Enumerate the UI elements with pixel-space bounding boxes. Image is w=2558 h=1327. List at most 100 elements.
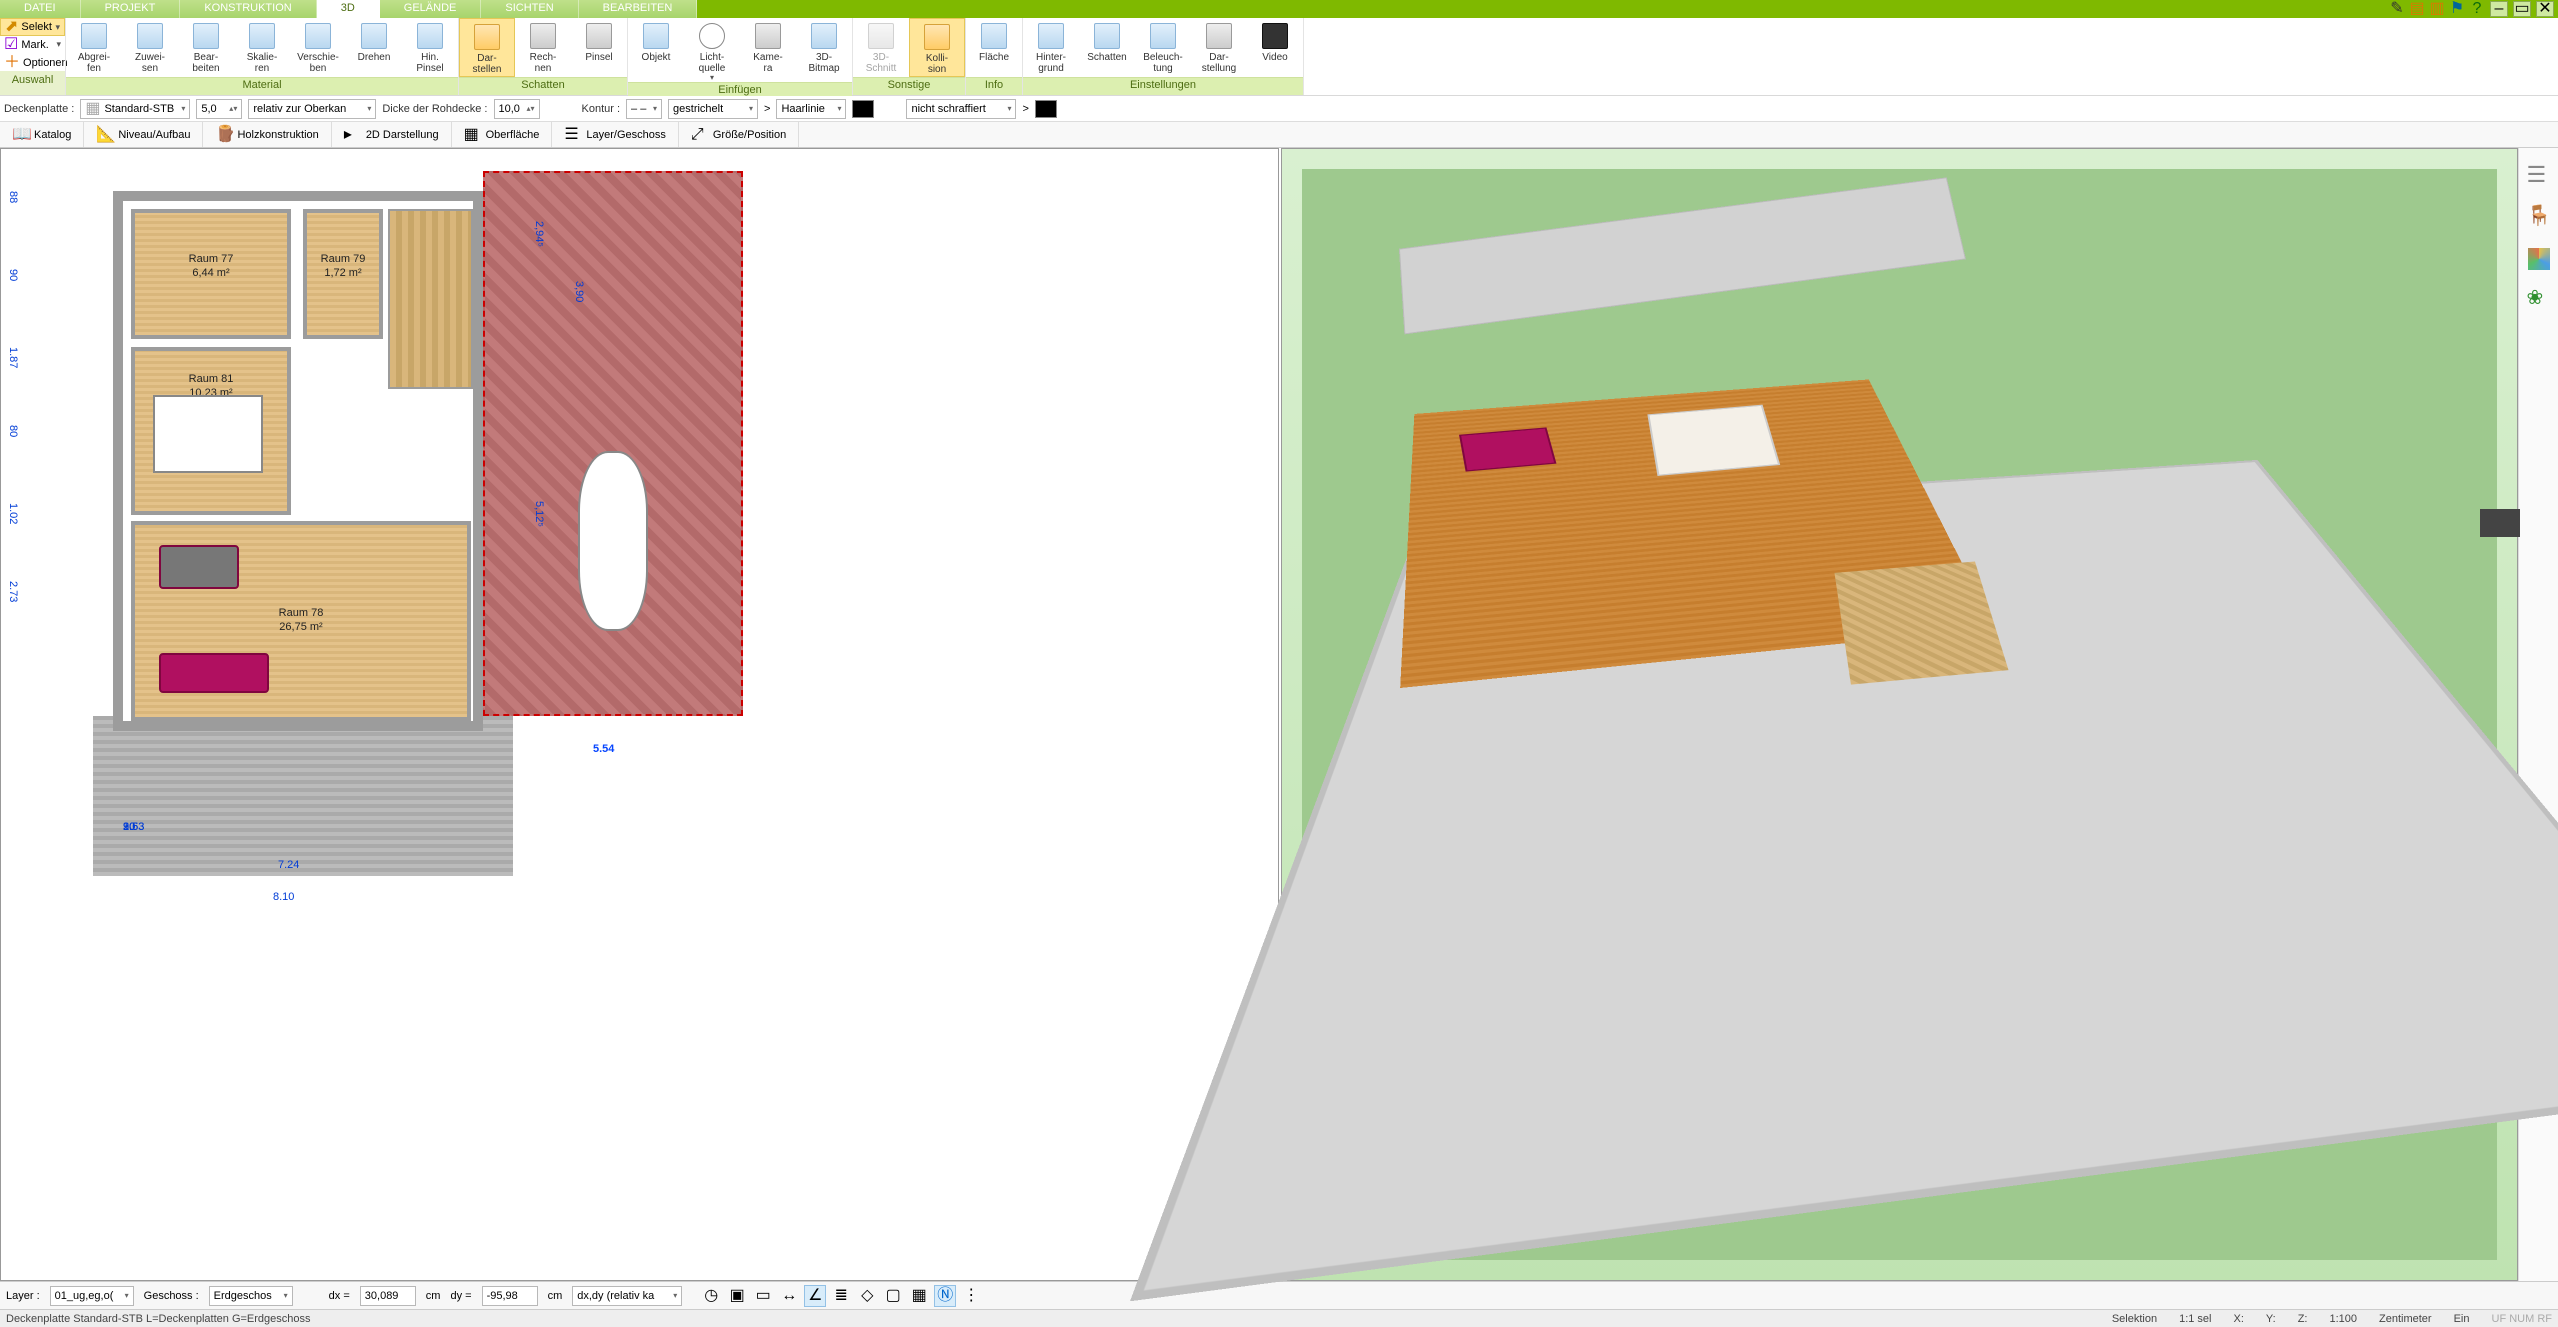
menu-tab-gelände[interactable]: GELÄNDE <box>380 0 482 18</box>
ribbon-btn-pinsel[interactable]: Pinsel <box>571 18 627 77</box>
view-3d[interactable] <box>1281 148 2518 1281</box>
box2-icon[interactable]: ▥ <box>2429 1 2445 17</box>
status-selektion-l: Selektion <box>2112 1313 2157 1325</box>
snap-north-icon[interactable]: Ⓝ <box>934 1285 956 1307</box>
window-close[interactable]: ✕ <box>2536 1 2554 17</box>
wand-icon[interactable]: ✎ <box>2389 1 2405 17</box>
hatch-color-swatch[interactable] <box>1035 100 1057 118</box>
palette-icon[interactable] <box>2528 248 2550 270</box>
menu-tab-sichten[interactable]: SICHTEN <box>481 0 578 18</box>
window-minimize[interactable]: – <box>2490 1 2508 17</box>
dx-unit: cm <box>426 1290 441 1302</box>
ribbon-btn-dar-stellung[interactable]: Dar- stellung <box>1191 18 1247 77</box>
kontur-label: Kontur : <box>582 103 621 115</box>
gt1: > <box>764 103 770 115</box>
dim-drive-2: 3,90 <box>573 281 585 302</box>
ribbon-btn-dar-stellen[interactable]: Dar- stellen <box>459 18 515 77</box>
side-panel-handle[interactable] <box>2480 509 2520 537</box>
snap-grid-icon[interactable]: ▦ <box>908 1285 930 1307</box>
dx-input[interactable]: 30,089 <box>360 1286 416 1306</box>
snap-square-icon[interactable]: ▢ <box>882 1285 904 1307</box>
coord-mode-combo[interactable]: dx,dy (relativ ka▾ <box>572 1286 682 1306</box>
dy-input[interactable]: -95,98 <box>482 1286 538 1306</box>
ribbon-btn-bear-beiten[interactable]: Bear- beiten <box>178 18 234 77</box>
ribbon-btn-objekt[interactable]: Objekt <box>628 18 684 82</box>
panel-tab-holz[interactable]: 🪵Holzkonstruktion <box>203 122 331 147</box>
thkraw-input[interactable]: 10,0▴▾ <box>494 99 540 119</box>
panel-tab-niveau[interactable]: 📐Niveau/Aufbau <box>84 122 203 147</box>
line-color-swatch[interactable] <box>852 100 874 118</box>
geschoss-label: Geschoss : <box>144 1290 199 1302</box>
layer-combo[interactable]: 01_ug,eg,o(▾ <box>50 1286 134 1306</box>
ribbon-btn-video[interactable]: Video <box>1247 18 1303 77</box>
ribbon-btn-hinter-grund[interactable]: Hinter- grund <box>1023 18 1079 77</box>
menu-tab-datei[interactable]: DATEI <box>0 0 81 18</box>
dim-drive-6: 5,12⁵ <box>533 501 545 527</box>
thickness-input[interactable]: 5,0▴▾ <box>196 99 242 119</box>
help-icon[interactable]: ? <box>2469 1 2485 17</box>
snap-angle-icon[interactable]: ∠ <box>804 1285 826 1307</box>
car-symbol <box>578 451 648 631</box>
layers-icon[interactable]: ☰ <box>2527 164 2551 188</box>
ribbon-btn-3d-bitmap[interactable]: 3D- Bitmap <box>796 18 852 82</box>
ribbon-btn-rech-nen[interactable]: Rech- nen <box>515 18 571 77</box>
snap-more-icon[interactable]: ⋮ <box>960 1285 982 1307</box>
ribbon-btn-schatten[interactable]: Schatten <box>1079 18 1135 77</box>
ribbon-btn-kolli-sion[interactable]: Kolli- sion <box>909 18 965 77</box>
hatch-combo[interactable]: nicht schraffiert▾ <box>906 99 1016 119</box>
menu-tab-projekt[interactable]: PROJEKT <box>81 0 181 18</box>
rel-combo[interactable]: relativ zur Oberkan▾ <box>248 99 376 119</box>
groesse-icon: ⤢ <box>691 127 707 143</box>
ribbon-btn-fläche[interactable]: Fläche <box>966 18 1022 77</box>
katalog-icon: 📖 <box>12 127 28 143</box>
kontur-preview[interactable]: – –▾ <box>626 99 662 119</box>
ribbon-btn-verschie-ben[interactable]: Verschie- ben <box>290 18 346 77</box>
menu-tab-konstruktion[interactable]: KONSTRUKTION <box>180 0 316 18</box>
window-maximize[interactable]: ▭ <box>2513 1 2531 17</box>
aux-options[interactable]: ＋Optionen <box>0 54 65 72</box>
snap-icons: ◷ ▣ ▭ ↔ ∠ ≣ ◇ ▢ ▦ Ⓝ ⋮ <box>700 1285 982 1307</box>
panel-tab-bar: 📖Katalog📐Niveau/Aufbau🪵Holzkonstruktion▸… <box>0 122 2558 148</box>
dim-vleft-5: 2.73 <box>7 581 19 602</box>
aux-mark[interactable]: ☑Mark.▾ <box>0 36 65 54</box>
flag-icon[interactable]: ⚑ <box>2449 1 2465 17</box>
holz-icon: 🪵 <box>215 127 231 143</box>
menu-tab-bearbeiten[interactable]: BEARBEITEN <box>579 0 698 18</box>
status-ein: Ein <box>2454 1313 2470 1325</box>
furniture-icon[interactable]: 🪑 <box>2527 206 2551 230</box>
snap-layers-icon[interactable]: ≣ <box>830 1285 852 1307</box>
panel-tab-layer[interactable]: ☰Layer/Geschoss <box>552 122 678 147</box>
snap-time-icon[interactable]: ◷ <box>700 1285 722 1307</box>
ribbon-btn-kame-ra[interactable]: Kame- ra <box>740 18 796 82</box>
panel-tab-oberf[interactable]: ▦Oberfläche <box>452 122 553 147</box>
selected-slab[interactable] <box>483 171 743 716</box>
aux-select[interactable]: ⬈Selekt▾ <box>0 18 65 36</box>
material-combo[interactable]: ▦Standard-STB▾ <box>80 99 190 119</box>
snap-plane-icon[interactable]: ◇ <box>856 1285 878 1307</box>
ribbon-btn-drehen[interactable]: Drehen <box>346 18 402 77</box>
panel-tab-groesse[interactable]: ⤢Größe/Position <box>679 122 799 147</box>
tree-icon[interactable]: ❀ <box>2527 288 2551 312</box>
ribbon-btn-hin.pinsel[interactable]: Hin. Pinsel <box>402 18 458 77</box>
status-scale: 1:100 <box>2329 1313 2357 1325</box>
geschoss-combo[interactable]: Erdgeschos▾ <box>209 1286 293 1306</box>
box1-icon[interactable]: ▤ <box>2409 1 2425 17</box>
panel-tab-katalog[interactable]: 📖Katalog <box>0 122 84 147</box>
ribbon-btn-beleuch-tung[interactable]: Beleuch- tung <box>1135 18 1191 77</box>
hairline-combo[interactable]: Haarlinie▾ <box>776 99 846 119</box>
snap-sel-icon[interactable]: ▭ <box>752 1285 774 1307</box>
panel-tab-2ddar[interactable]: ▸2D Darstellung <box>332 122 452 147</box>
view-2d[interactable]: Raum 776,44 m² Raum 791,72 m² Raum 8110,… <box>0 148 1279 1281</box>
oberf-icon: ▦ <box>464 127 480 143</box>
snap-axis-icon[interactable]: ↔ <box>778 1285 800 1307</box>
dim-vleft-4: 1.02 <box>7 503 19 524</box>
menu-tab-3d[interactable]: 3D <box>317 0 380 18</box>
ribbon-btn-zuwei-sen[interactable]: Zuwei- sen <box>122 18 178 77</box>
ribbon-btn-licht-quelle[interactable]: Licht- quelle▾ <box>684 18 740 82</box>
room-77: Raum 776,44 m² <box>131 209 291 339</box>
ribbon-btn-abgrei-fen[interactable]: Abgrei- fen <box>66 18 122 77</box>
snap-cam-icon[interactable]: ▣ <box>726 1285 748 1307</box>
bottom-toolbar: Layer : 01_ug,eg,o(▾ Geschoss : Erdgesch… <box>0 1281 2558 1309</box>
ribbon-btn-skalie-ren[interactable]: Skalie- ren <box>234 18 290 77</box>
linestyle-combo[interactable]: gestrichelt▾ <box>668 99 758 119</box>
